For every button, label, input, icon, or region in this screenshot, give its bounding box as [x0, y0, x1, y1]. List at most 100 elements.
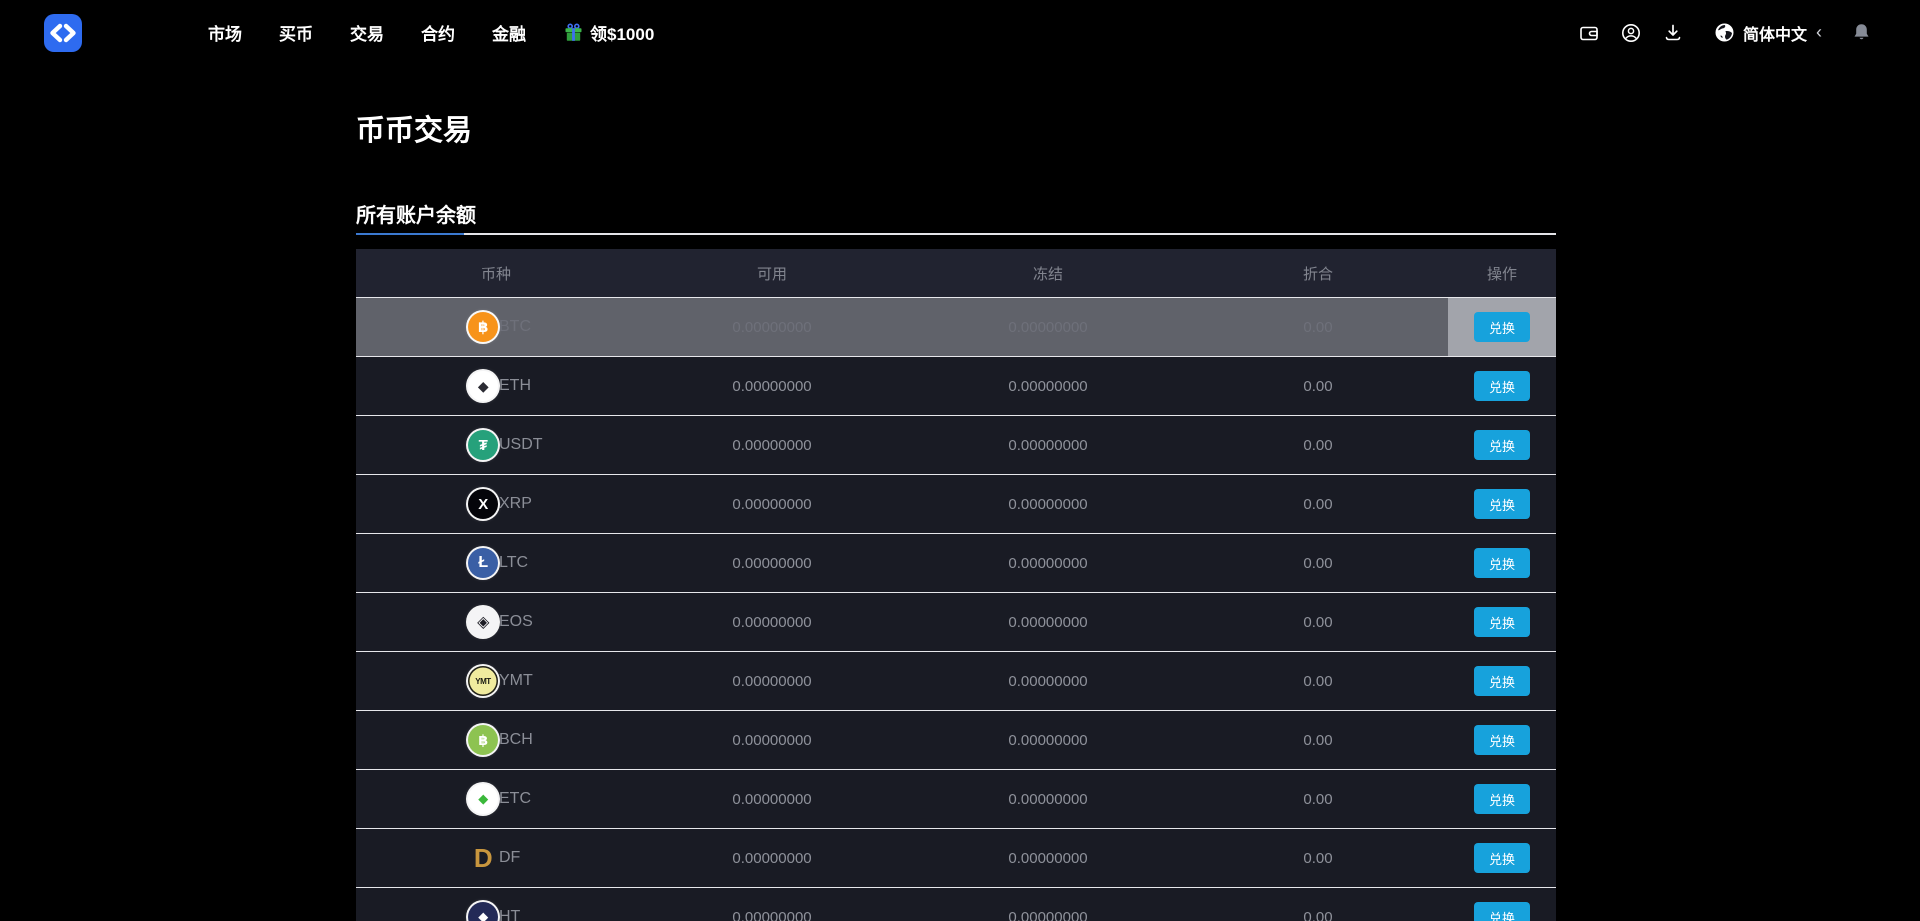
exchange-button[interactable]: 兑换: [1474, 666, 1530, 696]
nav-item-promo[interactable]: 领$1000: [563, 20, 654, 45]
equivalent-value: 0.00: [1303, 554, 1333, 572]
exchange-button[interactable]: 兑换: [1474, 607, 1530, 637]
coin-cell: ◆ ETC: [356, 770, 636, 828]
column-header-0: 币种: [480, 265, 511, 283]
table-row-ht[interactable]: ◆ HT 0.00000000 0.00000000 0.00 兑换: [356, 887, 1556, 921]
nav-item-4[interactable]: 金融: [492, 20, 526, 45]
table-row-ltc[interactable]: Ł LTC 0.00000000 0.00000000 0.00 兑换: [356, 533, 1556, 592]
exchange-button[interactable]: 兑换: [1474, 312, 1530, 342]
exchange-button[interactable]: 兑换: [1474, 489, 1530, 519]
exchange-button[interactable]: 兑换: [1474, 843, 1530, 873]
eos-coin-icon: ◈: [468, 607, 498, 637]
balance-table-body: ฿ BTC 0.00000000 0.00000000 0.00 兑换 ◆ ETH 0.0000…: [356, 297, 1556, 921]
exchange-button[interactable]: 兑换: [1474, 784, 1530, 814]
available-value: 0.00000000: [732, 731, 812, 749]
table-row-ymt[interactable]: YMT YMT 0.00000000 0.00000000 0.00 兑换: [356, 651, 1556, 710]
equivalent-value: 0.00: [1303, 731, 1333, 749]
top-nav: 市场 买币 交易 合约 金融 领$1000 简体中文 ‹: [0, 0, 1920, 65]
exchange-button[interactable]: 兑换: [1474, 430, 1530, 460]
table-row-df[interactable]: D DF 0.00000000 0.00000000 0.00 兑换: [356, 828, 1556, 887]
etc-coin-icon: ◆: [468, 784, 498, 814]
available-value: 0.00000000: [732, 908, 812, 921]
coin-name: EOS: [499, 613, 533, 630]
available-value: 0.00000000: [732, 672, 812, 690]
equivalent-value: 0.00: [1303, 790, 1333, 808]
coin-name: YMT: [499, 672, 533, 689]
exchange-button[interactable]: 兑换: [1474, 548, 1530, 578]
action-cell: 兑换: [1448, 298, 1556, 356]
coin-name: HT: [499, 908, 521, 921]
table-row-bch[interactable]: ฿ BCH 0.00000000 0.00000000 0.00 兑换: [356, 710, 1556, 769]
bell-icon[interactable]: [1850, 22, 1872, 44]
table-row-eos[interactable]: ◈ EOS 0.00000000 0.00000000 0.00 兑换: [356, 592, 1556, 651]
ltc-coin-icon: Ł: [468, 548, 498, 578]
wallet-icon[interactable]: [1578, 22, 1600, 44]
nav-item-2[interactable]: 交易: [350, 20, 384, 45]
equivalent-value: 0.00: [1303, 613, 1333, 631]
underline-rest: [464, 233, 1556, 235]
equivalent-value: 0.00: [1303, 849, 1333, 867]
section-underline: [356, 233, 1556, 235]
coin-name: BTC: [499, 318, 531, 335]
chevron-left-icon: ‹: [1816, 21, 1822, 42]
gift-icon: [563, 22, 584, 43]
frozen-value: 0.00000000: [1008, 790, 1088, 808]
coin-name: XRP: [499, 495, 532, 512]
frozen-value: 0.00000000: [1008, 554, 1088, 572]
exchange-button[interactable]: 兑换: [1474, 902, 1530, 921]
equivalent-value: 0.00: [1303, 495, 1333, 513]
action-cell: 兑换: [1448, 475, 1556, 533]
df-coin-icon: D: [473, 842, 493, 873]
action-cell: 兑换: [1448, 652, 1556, 710]
coin-cell: ◆ HT: [356, 888, 636, 921]
action-cell: 兑换: [1448, 357, 1556, 415]
coin-cell: D DF: [356, 829, 636, 887]
ht-coin-icon: ◆: [468, 902, 498, 921]
coin-name: ETH: [499, 377, 531, 394]
code-brackets-logo[interactable]: [44, 13, 82, 52]
available-value: 0.00000000: [732, 790, 812, 808]
coin-name: LTC: [499, 554, 529, 571]
underline-accent: [356, 233, 464, 235]
balance-table: 币种 可用 冻结 折合 操作 ฿ BTC 0.00000000 0.00000000 0.00 兑…: [356, 249, 1556, 921]
section-title: 所有账户余额: [356, 205, 476, 227]
table-header: 币种 可用 冻结 折合 操作: [356, 249, 1556, 297]
nav-item-3[interactable]: 合约: [421, 20, 455, 45]
download-icon[interactable]: [1662, 22, 1684, 44]
nav-item-0[interactable]: 市场: [208, 20, 242, 45]
action-cell: 兑换: [1448, 711, 1556, 769]
account-icon[interactable]: [1620, 22, 1642, 44]
column-header-1: 可用: [756, 265, 787, 283]
globe-icon: [1714, 22, 1736, 44]
coin-name: USDT: [499, 436, 543, 453]
exchange-button[interactable]: 兑换: [1474, 371, 1530, 401]
available-value: 0.00000000: [732, 613, 812, 631]
page-title: 币币交易: [356, 115, 473, 147]
coin-cell: ◈ EOS: [356, 593, 636, 651]
bch-coin-icon: ฿: [468, 725, 498, 755]
action-cell: 兑换: [1448, 829, 1556, 887]
frozen-value: 0.00000000: [1008, 436, 1088, 454]
coin-cell: X XRP: [356, 475, 636, 533]
language-selector[interactable]: 简体中文 ‹: [1714, 21, 1824, 45]
frozen-value: 0.00000000: [1008, 613, 1088, 631]
table-row-eth[interactable]: ◆ ETH 0.00000000 0.00000000 0.00 兑换: [356, 356, 1556, 415]
table-row-btc[interactable]: ฿ BTC 0.00000000 0.00000000 0.00 兑换: [356, 297, 1556, 356]
action-cell: 兑换: [1448, 770, 1556, 828]
available-value: 0.00000000: [732, 849, 812, 867]
exchange-button[interactable]: 兑换: [1474, 725, 1530, 755]
equivalent-value: 0.00: [1303, 377, 1333, 395]
language-label: 简体中文: [1742, 26, 1807, 44]
frozen-value: 0.00000000: [1008, 908, 1088, 921]
main-content: 币币交易 所有账户余额 币种 可用 冻结 折合 操作 ฿ BTC 0.00000000 0.0…: [0, 114, 1920, 921]
eth-coin-icon: ◆: [468, 371, 498, 401]
table-row-xrp[interactable]: X XRP 0.00000000 0.00000000 0.00 兑换: [356, 474, 1556, 533]
column-header-4: 操作: [1486, 265, 1517, 283]
nav-item-1[interactable]: 买币: [279, 20, 313, 45]
xrp-coin-icon: X: [468, 489, 498, 519]
equivalent-value: 0.00: [1303, 318, 1333, 336]
column-header-2: 冻结: [1032, 265, 1063, 283]
available-value: 0.00000000: [732, 554, 812, 572]
table-row-etc[interactable]: ◆ ETC 0.00000000 0.00000000 0.00 兑换: [356, 769, 1556, 828]
table-row-usdt[interactable]: ₮ USDT 0.00000000 0.00000000 0.00 兑换: [356, 415, 1556, 474]
